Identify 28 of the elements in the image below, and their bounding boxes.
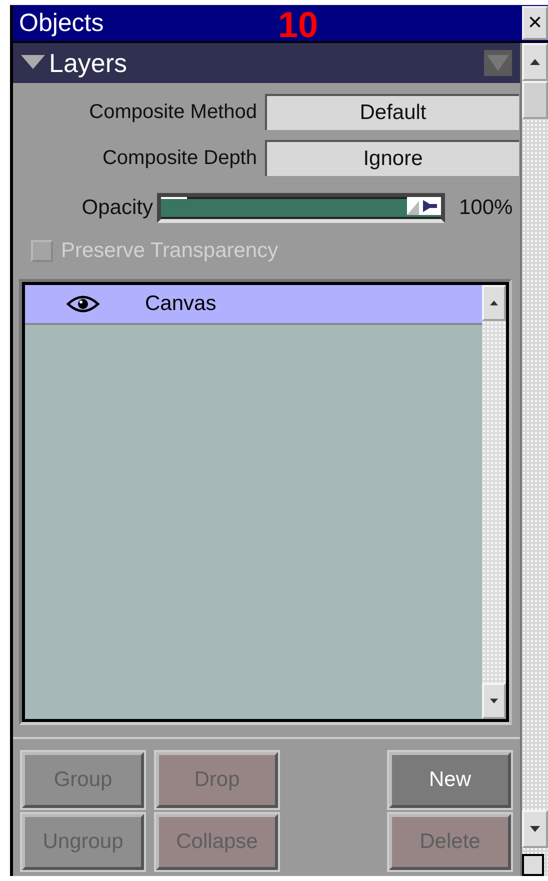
opacity-value: 100% bbox=[459, 196, 513, 220]
down-arrow-icon bbox=[490, 697, 498, 705]
scroll-up-button[interactable] bbox=[482, 285, 506, 321]
scroll-down-button[interactable] bbox=[482, 683, 506, 719]
window-title: Objects bbox=[18, 8, 104, 38]
resize-handle[interactable] bbox=[522, 854, 544, 876]
dropdown-field[interactable]: Ignore bbox=[265, 140, 519, 176]
action-button[interactable]: New bbox=[388, 751, 512, 809]
dropdown-field[interactable]: Default bbox=[265, 94, 519, 130]
section-title: Layers bbox=[49, 48, 128, 78]
layer-name: Canvas bbox=[145, 292, 216, 316]
scroll-down-button[interactable] bbox=[522, 810, 548, 848]
disclosure-triangle-icon bbox=[21, 55, 45, 71]
opacity-slider[interactable] bbox=[157, 193, 445, 223]
section-header[interactable]: Layers bbox=[13, 43, 520, 83]
annotation-number: 10 bbox=[278, 7, 318, 43]
close-button[interactable]: × bbox=[522, 6, 548, 40]
up-arrow-icon bbox=[530, 57, 540, 67]
down-arrow-icon bbox=[530, 824, 540, 834]
slider-thumb-icon[interactable] bbox=[407, 197, 441, 215]
opacity-label: Opacity bbox=[80, 196, 154, 220]
scroll-up-button[interactable] bbox=[522, 43, 548, 81]
scroll-thumb[interactable] bbox=[522, 81, 548, 119]
field-label: Composite Method bbox=[88, 100, 258, 124]
field-label: Composite Depth bbox=[101, 146, 258, 170]
up-arrow-icon bbox=[490, 299, 498, 307]
layer-row[interactable]: Canvas bbox=[25, 285, 482, 325]
checkbox-label: Preserve Transparency bbox=[61, 239, 278, 263]
